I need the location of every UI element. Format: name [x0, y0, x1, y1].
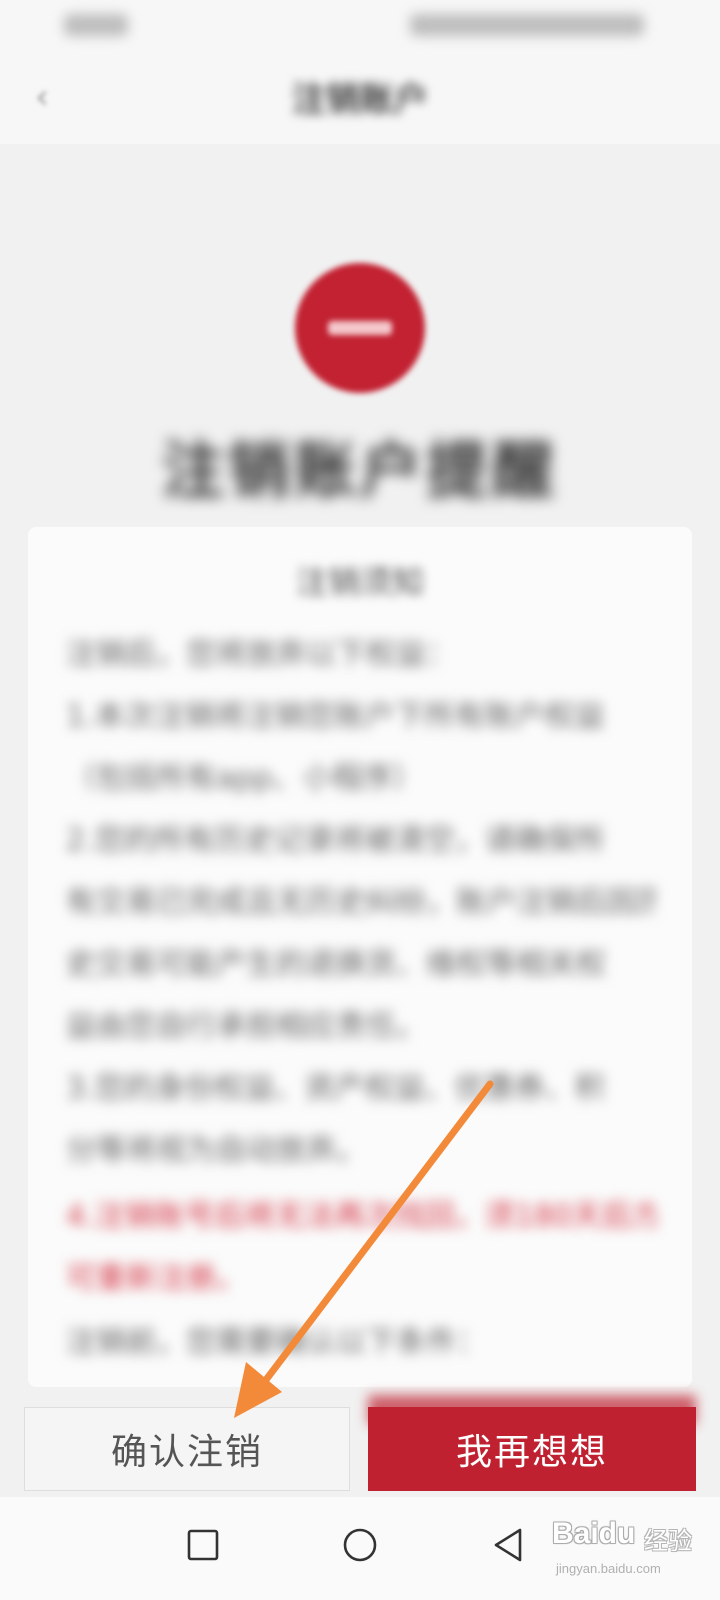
page-title: 注销账户 — [292, 80, 428, 120]
notice-line: 3.您的身份权益、资产权益、优惠券、积 — [66, 1071, 605, 1106]
notice-card: 注销须知 注销后，您将放弃以下权益： 1.本次注销将注销您账户下所有账户权益 （… — [28, 527, 692, 1387]
notice-line-warning: 可重新注册。 — [66, 1261, 246, 1296]
status-bar — [0, 0, 720, 50]
status-icons-blur — [410, 14, 644, 36]
action-bar: 确认注销 我再想想 — [0, 1387, 720, 1497]
notice-line: （包括所有app、小程序） — [66, 761, 423, 796]
reconsider-button[interactable]: 我再想想 — [368, 1407, 696, 1491]
minus-circle-icon — [295, 263, 425, 393]
notice-line: 有交易已完成且无历史纠纷，账户注销后因历 — [66, 885, 656, 920]
notice-line: 益由您自行承担相应责任。 — [66, 1009, 426, 1044]
notice-line: 分等将视为自动放弃。 — [66, 1133, 366, 1168]
title-bar: ‹ 注销账户 — [0, 50, 720, 144]
baidu-watermark: Baidu 经验 jingyan.baidu.com — [548, 1503, 718, 1593]
watermark-url: jingyan.baidu.com — [556, 1561, 661, 1576]
notice-line: 注销后，您将放弃以下权益： — [66, 637, 456, 672]
notice-line: 1.本次注销将注销您账户下所有账户权益 — [66, 699, 605, 734]
notice-line: 注销前，您需要确认以下条件： — [66, 1325, 486, 1360]
notice-line: 史交易可能产生的退换货、维权等相关权 — [66, 947, 606, 982]
notice-line: 2.您的所有历史记录将被清空，请确保所 — [66, 823, 605, 858]
triangle-back-icon[interactable] — [480, 1515, 540, 1575]
confirm-cancel-account-button[interactable]: 确认注销 — [24, 1407, 350, 1491]
warning-headline: 注销账户提醒 — [161, 434, 558, 507]
notice-title: 注销须知 — [295, 563, 424, 601]
watermark-cn: 经验 — [644, 1527, 692, 1555]
circle-icon[interactable] — [330, 1515, 390, 1575]
watermark-logo: Baidu — [552, 1517, 636, 1550]
minus-bar — [328, 321, 392, 335]
notice-line-warning: 4.注销账号后将无法再次找回，须180天后方 — [66, 1199, 656, 1234]
status-time-blur — [64, 14, 128, 36]
square-icon[interactable] — [174, 1515, 234, 1575]
